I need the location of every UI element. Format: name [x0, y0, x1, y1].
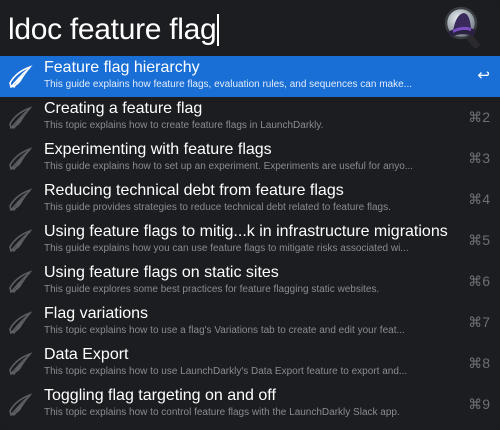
search-bar: ldoc feature flag [0, 0, 500, 58]
result-shortcut: ⌘2 [468, 109, 490, 125]
results-list: Feature flag hierarchy This guide explai… [0, 56, 500, 425]
result-row[interactable]: Using feature flags on static sites This… [0, 261, 500, 302]
result-row[interactable]: Feature flag hierarchy This guide explai… [0, 56, 500, 97]
launchdarkly-bird-icon [9, 147, 33, 171]
result-title: Reducing technical debt from feature fla… [44, 182, 344, 199]
result-title: Data Export [44, 346, 129, 363]
result-subtitle: This guide explains how to set up an exp… [44, 161, 414, 172]
result-subtitle: This guide explains how feature flags, e… [44, 79, 412, 90]
result-shortcut: ⌘9 [468, 396, 490, 412]
result-row[interactable]: Creating a feature flag This topic expla… [0, 97, 500, 138]
result-shortcut: ⌘6 [468, 273, 490, 289]
result-title: Using feature flags to mitig...k in infr… [44, 223, 448, 240]
result-title: Feature flag hierarchy [44, 59, 200, 76]
result-subtitle: This topic explains how to use LaunchDar… [44, 366, 408, 377]
alfred-hat-magnifier-icon [444, 6, 480, 49]
launchdarkly-bird-icon [9, 229, 33, 253]
search-input[interactable]: ldoc feature flag [8, 8, 428, 52]
launchdarkly-bird-icon [9, 106, 33, 130]
result-shortcut: ⌘8 [468, 355, 490, 371]
result-subtitle: This topic explains how to use a flag's … [44, 325, 405, 336]
result-title: Flag variations [44, 305, 149, 322]
result-row[interactable]: Toggling flag targeting on and off This … [0, 384, 500, 425]
result-shortcut: ⌘3 [468, 150, 490, 166]
result-shortcut: ⌘5 [468, 232, 490, 248]
result-title: Creating a feature flag [44, 100, 203, 117]
search-query-text: ldoc feature flag [8, 13, 217, 46]
result-row[interactable]: Experimenting with feature flags This gu… [0, 138, 500, 179]
return-key-shortcut: ↩ [477, 67, 490, 84]
result-subtitle: This guide explores some best practices … [44, 284, 380, 295]
launchdarkly-bird-icon [9, 65, 33, 89]
result-shortcut: ⌘7 [468, 314, 490, 330]
text-caret [217, 14, 220, 46]
launchdarkly-bird-icon [9, 352, 33, 376]
result-subtitle: This guide explains how you can use feat… [44, 243, 409, 254]
result-subtitle: This topic explains how to control featu… [44, 407, 400, 418]
result-row[interactable]: Using feature flags to mitig...k in infr… [0, 220, 500, 261]
result-row[interactable]: Data Export This topic explains how to u… [0, 343, 500, 384]
launchdarkly-bird-icon [9, 188, 33, 212]
result-title: Toggling flag targeting on and off [44, 387, 276, 404]
result-row[interactable]: Flag variations This topic explains how … [0, 302, 500, 343]
launchdarkly-bird-icon [9, 311, 33, 335]
result-title: Experimenting with feature flags [44, 141, 272, 158]
launchdarkly-bird-icon [9, 270, 33, 294]
result-shortcut: ⌘4 [468, 191, 490, 207]
launchdarkly-bird-icon [9, 393, 33, 417]
result-row[interactable]: Reducing technical debt from feature fla… [0, 179, 500, 220]
alfred-window: ldoc feature flag Feature flag hierarchy [0, 0, 500, 430]
result-title: Using feature flags on static sites [44, 264, 279, 281]
result-subtitle: This topic explains how to create featur… [44, 120, 324, 131]
result-subtitle: This guide provides strategies to reduce… [44, 202, 391, 213]
